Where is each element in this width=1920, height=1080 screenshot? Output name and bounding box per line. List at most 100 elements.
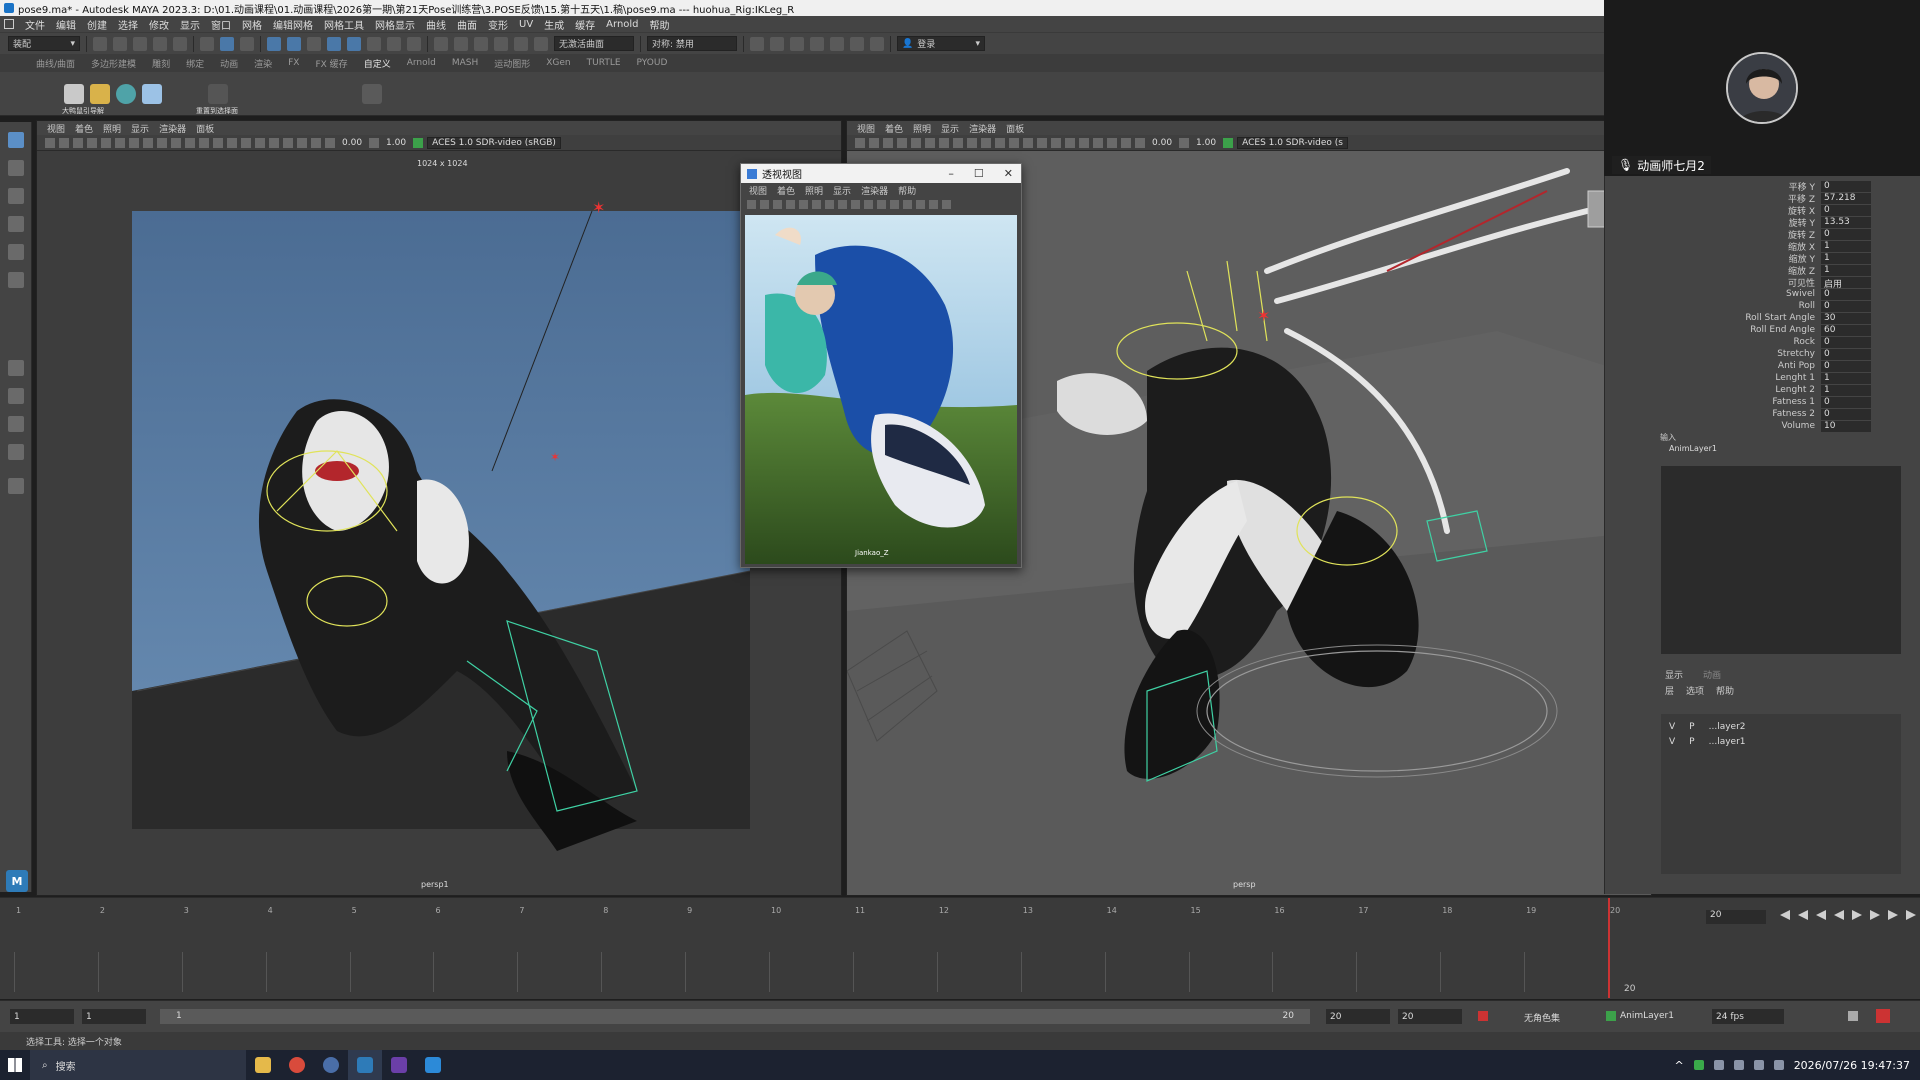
shelf-tab-poly-modeling[interactable]: 多边形建模 (91, 57, 136, 70)
render-settings-icon[interactable] (810, 36, 824, 51)
snap-surface-icon[interactable] (514, 36, 528, 51)
taskbar-app[interactable] (416, 1050, 450, 1080)
channel-attribute-row[interactable]: 旋转 Z0 (1611, 228, 1871, 241)
ref-menu-lighting[interactable]: 照明 (805, 184, 823, 197)
login-dropdown[interactable]: 👤 登录 ▾ (897, 36, 985, 51)
camera-icon[interactable] (747, 199, 756, 209)
gamma-icon[interactable] (1179, 137, 1190, 148)
channel-attribute-value[interactable]: 1 (1821, 252, 1871, 264)
reference-window-title-bar[interactable]: 透视视图 – ☐ ✕ (741, 164, 1021, 183)
camera-icon[interactable] (45, 137, 55, 148)
channel-attribute-row[interactable]: 平移 Z 57.218 (1611, 192, 1871, 205)
viewport-left[interactable]: 视图 着色 照明 显示 渲染器 面板 0.00 1.00 ACES 1.0 SD… (36, 120, 842, 896)
new-scene-icon[interactable] (93, 36, 107, 51)
bookmark-icon[interactable] (883, 137, 893, 148)
resolution-gate-icon[interactable] (129, 137, 139, 148)
channel-attribute-value[interactable]: 30 (1821, 312, 1871, 324)
exposure-value[interactable]: 0.00 (1152, 138, 1172, 148)
pick-mask-icon[interactable] (367, 36, 381, 51)
shelf-tool-icon[interactable] (142, 84, 162, 104)
channel-attribute-value[interactable]: 0 (1821, 300, 1871, 312)
select-component-icon[interactable] (240, 36, 254, 51)
resolution-gate-icon[interactable] (825, 199, 834, 209)
vp-menu-show[interactable]: 显示 (131, 122, 149, 135)
channel-attribute-row[interactable]: 缩放 Y1 (1611, 252, 1871, 265)
close-icon[interactable]: ✕ (1004, 167, 1013, 180)
camera-icon[interactable] (855, 137, 865, 148)
play-forwards-icon[interactable] (1852, 910, 1862, 920)
go-to-end-icon[interactable] (1906, 910, 1916, 920)
channel-attribute-value[interactable]: 1 (1821, 384, 1871, 396)
wireframe-icon[interactable] (185, 137, 195, 148)
menu-select[interactable]: 选择 (118, 17, 138, 32)
channel-attribute-row[interactable]: 平移 Y0 (1611, 180, 1871, 193)
channel-attribute-value[interactable]: 1 (1821, 264, 1871, 276)
snap-curve-icon[interactable] (454, 36, 468, 51)
layer-playback-toggle[interactable]: P (1689, 722, 1694, 734)
menu-set-dropdown[interactable]: 装配 ▾ (8, 36, 80, 51)
hypershade-icon[interactable] (830, 36, 844, 51)
xray-icon[interactable] (297, 137, 307, 148)
snap-grid-icon[interactable] (434, 36, 448, 51)
taskbar-search[interactable]: ⌕ 搜索 (30, 1050, 246, 1080)
grid-icon[interactable] (911, 137, 921, 148)
image-plane-icon[interactable] (87, 137, 97, 148)
channel-attribute-value[interactable]: 60 (1821, 324, 1871, 336)
prefs-icon[interactable] (1876, 1009, 1890, 1023)
pick-mask-icon[interactable] (267, 36, 281, 51)
channel-attribute-value[interactable]: 0 (1821, 336, 1871, 348)
paint-select-icon[interactable] (8, 188, 24, 204)
textured-icon[interactable] (1023, 137, 1033, 148)
render-view-icon[interactable] (750, 36, 764, 51)
shelf-tab-curves-surfaces[interactable]: 曲线/曲面 (36, 57, 75, 70)
channel-attribute-row[interactable]: Roll 0 (1611, 300, 1871, 312)
select-object-icon[interactable] (220, 36, 234, 51)
channel-attribute-row[interactable]: Lenght 1 1 (1611, 372, 1871, 384)
start-button[interactable] (0, 1050, 30, 1080)
snap-view-icon[interactable] (494, 36, 508, 51)
channel-attribute-row[interactable]: Volume 10 (1611, 420, 1871, 432)
layer-playback-toggle[interactable]: P (1689, 737, 1694, 749)
auto-key-icon[interactable] (1478, 1011, 1488, 1021)
shelf-tab-custom[interactable]: 自定义 (364, 57, 391, 70)
vp-menu-view[interactable]: 视图 (857, 122, 875, 135)
vp-menu-shading[interactable]: 着色 (75, 122, 93, 135)
gate-mask-icon[interactable] (838, 199, 847, 209)
shelf-tab-turtle[interactable]: TURTLE (587, 58, 621, 68)
shelf-tab-rigging[interactable]: 绑定 (186, 57, 204, 70)
menu-cache[interactable]: 缓存 (575, 17, 595, 32)
layer-visibility-toggle[interactable]: V (1669, 722, 1675, 734)
menu-edit[interactable]: 编辑 (56, 17, 76, 32)
maximize-icon[interactable]: ☐ (974, 167, 984, 180)
step-forward-frame-icon[interactable] (1870, 910, 1880, 920)
pick-mask-icon[interactable] (347, 36, 361, 51)
pick-mask-icon[interactable] (307, 36, 321, 51)
isolate-icon[interactable] (283, 137, 293, 148)
film-gate-icon[interactable] (115, 137, 125, 148)
channel-attribute-row[interactable]: Rock 0 (1611, 336, 1871, 348)
taskbar-maya[interactable] (348, 1050, 382, 1080)
exposure-icon[interactable] (1135, 137, 1145, 148)
four-view-icon[interactable] (8, 388, 24, 404)
shadows-icon[interactable] (241, 137, 251, 148)
input-node-name[interactable]: AnimLayer1 (1669, 444, 1717, 453)
layer-menu-options[interactable]: 选项 (1686, 684, 1704, 697)
ref-menu-help[interactable]: 帮助 (898, 184, 916, 197)
xray-joints-icon[interactable] (942, 199, 951, 209)
channel-attribute-row[interactable]: 旋转 Y 13.53 (1611, 216, 1871, 229)
wechat-icon[interactable] (1693, 1060, 1704, 1070)
menu-display[interactable]: 显示 (180, 17, 200, 32)
layer-menu-help[interactable]: 帮助 (1716, 684, 1734, 697)
vp-menu-view[interactable]: 视图 (47, 122, 65, 135)
reference-view-window[interactable]: 透视视图 – ☐ ✕ 视图 着色 照明 显示 渲染器 帮助 Jiankao_Z (740, 163, 1022, 568)
motion-blur-icon[interactable] (1079, 137, 1089, 148)
ref-menu-show[interactable]: 显示 (833, 184, 851, 197)
layer-visibility-toggle[interactable]: V (1669, 737, 1675, 749)
anim-start-field[interactable]: 1 (82, 1009, 146, 1024)
vp-menu-lighting[interactable]: 照明 (103, 122, 121, 135)
channel-attribute-row[interactable]: Fatness 2 0 (1611, 408, 1871, 420)
menu-modify[interactable]: 修改 (149, 17, 169, 32)
arnold-render-icon[interactable] (850, 36, 864, 51)
anim-end-field[interactable]: 20 (1398, 1009, 1462, 1024)
taskbar-chrome[interactable] (280, 1050, 314, 1080)
